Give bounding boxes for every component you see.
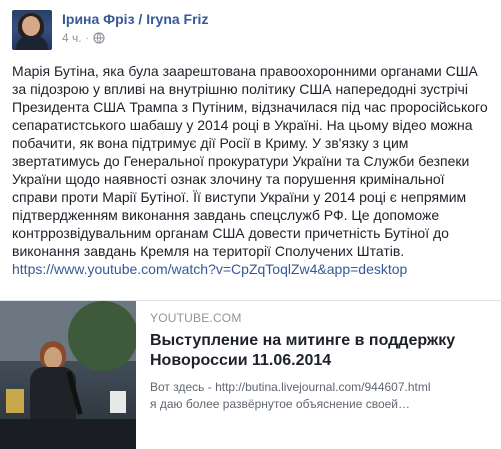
post-header: Ірина Фріз / Iryna Friz 4 ч. · [12,10,489,54]
post-text-line: сепаратистського шабашу у 2014 році в Ук… [12,117,473,133]
post-text-line: побачити, як вона підтримує дії Росії в … [12,135,409,151]
preview-desc-line: я даю более развёрнутое объяснение своей… [150,397,410,411]
preview-desc-line: Вот здесь - http://butina.livejournal.co… [150,380,431,394]
meta-separator: · [85,32,89,44]
preview-info[interactable]: YOUTUBE.COM Выступление на митинге в под… [150,311,490,413]
post-text-line: за підозрою у впливі на внутрішню політи… [12,81,468,97]
post-meta: 4 ч. · [62,31,105,45]
post-text-line: контррозвідувальним органам США довести … [12,225,449,241]
post-text-line: Президента США Трампа з Путіним, відзнач… [12,99,488,115]
post-text-line: підтвердженням виконання завдань спецслу… [12,207,440,223]
video-thumbnail[interactable] [0,301,136,449]
preview-title-line: Новороссии 11.06.2014 [150,352,332,369]
facebook-post: Ірина Фріз / Iryna Friz 4 ч. · Марія Бут… [0,0,501,449]
preview-title-line: Выступление на митинге в поддержку [150,332,456,349]
globe-icon[interactable] [93,32,105,44]
preview-title[interactable]: Выступление на митинге в поддержку Новор… [150,331,490,371]
post-text-line: звертатимусь до Генеральної прокуратури … [12,153,470,169]
post-text: Марія Бутіна, яка була заарештована прав… [12,62,490,278]
preview-site: YOUTUBE.COM [150,311,242,325]
post-text-line: виконання завдань Кремля на території Сп… [12,243,405,259]
post-link[interactable]: https://www.youtube.com/watch?v=CpZqToql… [12,260,490,278]
post-text-line: справи проти Марії Бутіної. Її виступи У… [12,189,467,205]
author-name[interactable]: Ірина Фріз / Iryna Friz [62,11,208,27]
post-text-line: Марія Бутіна, яка була заарештована прав… [12,63,478,79]
author-avatar[interactable] [12,10,52,50]
preview-description: Вот здесь - http://butina.livejournal.co… [150,379,490,413]
post-timestamp[interactable]: 4 ч. [62,31,82,45]
post-text-line: України щодо наявності ознак злочину та … [12,171,445,187]
link-preview-card[interactable]: YOUTUBE.COM Выступление на митинге в под… [0,300,501,449]
